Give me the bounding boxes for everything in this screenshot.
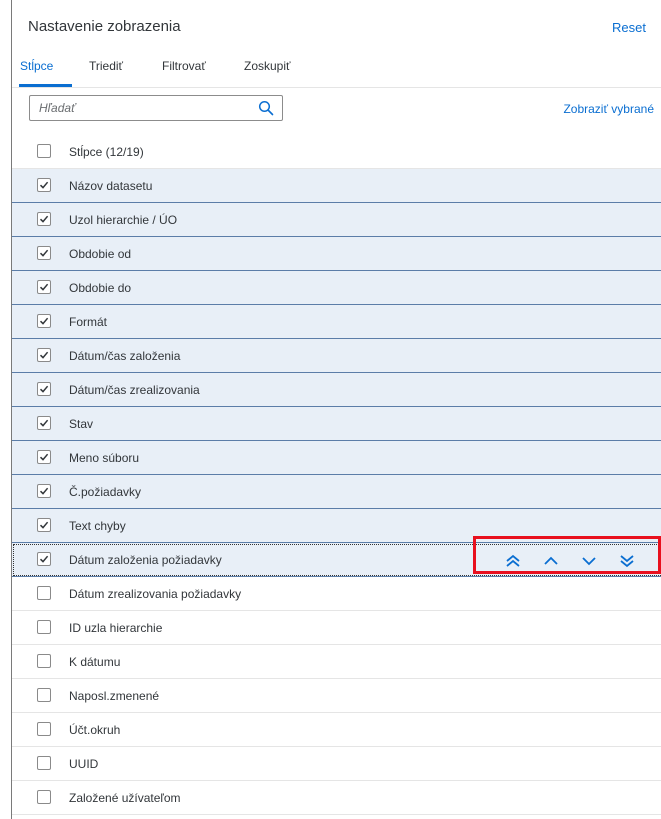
column-row[interactable]: Dátum/čas založenia: [12, 339, 661, 373]
checkmark-icon: [39, 385, 49, 393]
column-checkbox[interactable]: [37, 314, 51, 328]
column-label: Názov datasetu: [69, 179, 153, 193]
column-row[interactable]: Text chyby: [12, 509, 661, 543]
select-all-row[interactable]: Stĺpce (12/19): [12, 135, 661, 169]
checkmark-icon: [39, 283, 49, 291]
column-row[interactable]: Dátum založenia požiadavky: [12, 543, 661, 577]
column-label: Text chyby: [69, 519, 126, 533]
column-row[interactable]: ID uzla hierarchie: [12, 611, 661, 645]
column-row[interactable]: Názov datasetu: [12, 169, 661, 203]
column-checkbox[interactable]: [37, 722, 51, 736]
column-label: Č.požiadavky: [69, 485, 142, 499]
checkmark-icon: [39, 453, 49, 461]
dialog-header: Nastavenie zobrazenia Reset: [12, 0, 661, 47]
column-label: Dátum založenia požiadavky: [69, 553, 222, 567]
column-checkbox[interactable]: [37, 382, 51, 396]
column-row[interactable]: Obdobie od: [12, 237, 661, 271]
move-up-button[interactable]: [540, 551, 562, 569]
tab-bar: Stĺpce Triediť Filtrovať Zoskupiť: [12, 47, 661, 88]
show-selected-button[interactable]: Zobraziť vybrané: [563, 102, 654, 116]
column-row[interactable]: K dátumu: [12, 645, 661, 679]
checkmark-icon: [39, 487, 49, 495]
checkmark-icon: [39, 521, 49, 529]
search-field: [29, 95, 283, 121]
column-label: Obdobie do: [69, 281, 132, 295]
active-tab-indicator: [19, 84, 72, 87]
column-checkbox[interactable]: [37, 246, 51, 260]
column-checkbox[interactable]: [37, 586, 51, 600]
checkmark-icon: [39, 215, 49, 223]
column-label: Obdobie od: [69, 247, 132, 261]
search-icon[interactable]: [258, 100, 274, 116]
tab-group[interactable]: Zoskupiť: [244, 59, 291, 73]
column-row[interactable]: Meno súboru: [12, 441, 661, 475]
column-label: Naposl.zmenené: [69, 689, 160, 703]
column-label: Účt.okruh: [69, 723, 121, 737]
column-label: Formát: [69, 315, 108, 329]
column-checkbox[interactable]: [37, 790, 51, 804]
checkmark-icon: [39, 419, 49, 427]
column-checkbox[interactable]: [37, 552, 51, 566]
checkmark-icon: [39, 249, 49, 257]
column-row[interactable]: Č.požiadavky: [12, 475, 661, 509]
move-to-top-button[interactable]: [502, 551, 524, 569]
checkmark-icon: [39, 555, 49, 563]
column-label: Stav: [69, 417, 94, 431]
double-chevron-up-icon: [506, 554, 520, 567]
column-checkbox[interactable]: [37, 348, 51, 362]
column-checkbox[interactable]: [37, 450, 51, 464]
tab-filter[interactable]: Filtrovať: [162, 59, 206, 73]
column-label: Dátum/čas založenia: [69, 349, 181, 363]
tab-columns[interactable]: Stĺpce: [20, 59, 53, 73]
column-checkbox[interactable]: [37, 416, 51, 430]
select-all-checkbox[interactable]: [37, 144, 51, 158]
column-row[interactable]: Formát: [12, 305, 661, 339]
column-row[interactable]: Uzol hierarchie / ÚO: [12, 203, 661, 237]
select-all-label: Stĺpce (12/19): [69, 145, 144, 159]
column-checkbox[interactable]: [37, 484, 51, 498]
tab-sort[interactable]: Triediť: [89, 59, 123, 73]
column-label: Meno súboru: [69, 451, 140, 465]
column-label: Založené užívateľom: [69, 791, 181, 805]
column-label: Uzol hierarchie / ÚO: [69, 213, 178, 227]
column-checkbox[interactable]: [37, 212, 51, 226]
column-label: Dátum zrealizovania požiadavky: [69, 587, 242, 601]
reorder-buttons: [502, 549, 642, 571]
column-checkbox[interactable]: [37, 688, 51, 702]
column-checkbox[interactable]: [37, 756, 51, 770]
double-chevron-down-icon: [620, 555, 634, 568]
column-label: K dátumu: [69, 655, 121, 669]
column-row[interactable]: Obdobie do: [12, 271, 661, 305]
chevron-down-icon: [582, 557, 596, 566]
column-label: Dátum/čas zrealizovania: [69, 383, 200, 397]
move-to-bottom-button[interactable]: [616, 551, 638, 569]
checkmark-icon: [39, 351, 49, 359]
column-checkbox[interactable]: [37, 518, 51, 532]
checkmark-icon: [39, 181, 49, 189]
column-label: ID uzla hierarchie: [69, 621, 163, 635]
search-input[interactable]: [30, 96, 250, 120]
column-checkbox[interactable]: [37, 620, 51, 634]
chevron-up-icon: [544, 556, 558, 565]
column-row[interactable]: Dátum/čas zrealizovania: [12, 373, 661, 407]
column-row[interactable]: UUID: [12, 747, 661, 781]
column-checkbox[interactable]: [37, 280, 51, 294]
column-row[interactable]: Založené užívateľom: [12, 781, 661, 815]
checkmark-icon: [39, 317, 49, 325]
column-checkbox[interactable]: [37, 654, 51, 668]
dialog-title: Nastavenie zobrazenia: [28, 18, 181, 35]
column-row[interactable]: Dátum zrealizovania požiadavky: [12, 577, 661, 611]
view-settings-dialog: Nastavenie zobrazenia Reset Stĺpce Tried…: [11, 0, 661, 819]
column-row[interactable]: Naposl.zmenené: [12, 679, 661, 713]
column-list: Stĺpce (12/19) Názov datasetu Uzol hierar…: [12, 135, 661, 815]
column-row[interactable]: Stav: [12, 407, 661, 441]
reset-button[interactable]: Reset: [612, 20, 646, 35]
column-checkbox[interactable]: [37, 178, 51, 192]
move-down-button[interactable]: [578, 551, 600, 569]
column-row[interactable]: Účt.okruh: [12, 713, 661, 747]
column-label: UUID: [69, 757, 99, 771]
list-toolbar: Zobraziť vybrané: [12, 88, 661, 130]
